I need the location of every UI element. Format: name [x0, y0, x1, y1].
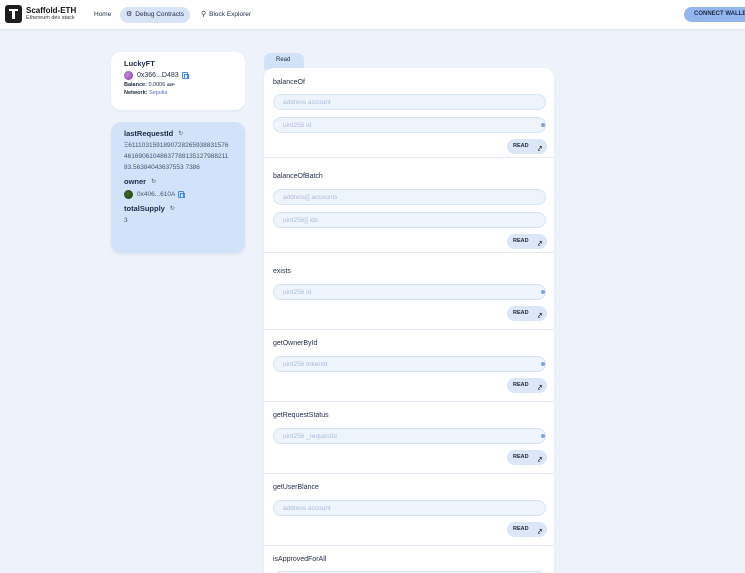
variables-card: lastRequestId ↻ Ξ611103159189072826593883… [111, 122, 245, 253]
input-uint256-tokenid[interactable] [273, 356, 546, 372]
function-name: getOwnerById [273, 340, 318, 347]
read-button-label: READ [513, 454, 529, 460]
network-label: Network: [124, 90, 148, 96]
owner-address[interactable]: 0x406...610A [137, 189, 175, 200]
nav-block-explorer[interactable]: ⚲ Block Explorer [195, 7, 257, 23]
var-name-label: owner [124, 177, 147, 186]
copy-icon[interactable] [181, 72, 189, 79]
read-cursor-icon: ⤤ [538, 529, 542, 536]
function-name: balanceOf [273, 79, 305, 86]
function-exists: exists READ ⤤ [264, 253, 554, 330]
balance-unit: SEP [166, 82, 175, 87]
nav-debug-contracts[interactable]: ⚙ Debug Contracts [120, 7, 191, 23]
read-button[interactable]: READ ⤤ [507, 139, 547, 154]
contract-address-row: 0x366...D483 [124, 71, 232, 80]
nav-home[interactable]: Home [88, 7, 117, 23]
read-button-label: READ [513, 238, 529, 244]
nav-home-label: Home [94, 11, 112, 18]
refresh-icon[interactable]: ↻ [178, 130, 183, 137]
input-dot-icon [541, 123, 545, 127]
bug-icon: ⚙ [126, 11, 133, 18]
read-button-label: READ [513, 382, 529, 388]
brand-subtitle: Ethereum dev stack [26, 15, 75, 21]
scaffold-logo-icon[interactable] [5, 5, 22, 23]
contract-address[interactable]: 0x366...D483 [137, 72, 179, 79]
contract-card: LuckyFT 0x366...D483 Balance: 0.0006 SEP… [111, 52, 245, 110]
read-button[interactable]: READ ⤤ [507, 522, 547, 537]
function-name: getUserBlance [273, 484, 319, 491]
network-line: Network: Sepolia [124, 90, 232, 96]
input-dot-icon [541, 362, 545, 366]
input-address-accounts[interactable] [273, 189, 546, 205]
read-cursor-icon: ⤤ [538, 313, 542, 320]
function-name: balanceOfBatch [273, 173, 323, 180]
read-button[interactable]: READ ⤤ [507, 378, 547, 393]
connect-wallet-button[interactable]: CONNECT WALLET [684, 7, 745, 22]
owner-address-row: 0x406...610A [124, 189, 232, 200]
function-balance-of: balanceOf READ ⤤ [264, 68, 554, 158]
function-get-user-blance: getUserBlance READ ⤤ [264, 474, 554, 546]
read-button-label: READ [513, 143, 529, 149]
address-avatar [124, 71, 133, 80]
var-name-label: totalSupply [124, 204, 165, 213]
var-total-supply: totalSupply ↻ [124, 204, 232, 213]
var-name-label: lastRequestId [124, 129, 174, 138]
input-dot-icon [541, 290, 545, 294]
input-dot-icon [541, 434, 545, 438]
function-balance-of-batch: balanceOfBatch READ ⤤ [264, 158, 554, 253]
function-name: exists [273, 268, 291, 275]
read-cursor-icon: ⤤ [538, 241, 542, 248]
function-name: getRequestStatus [273, 412, 329, 419]
function-get-request-status: getRequestStatus READ ⤤ [264, 402, 554, 474]
read-button-label: READ [513, 310, 529, 316]
var-value: Ξ611103159189072826593883157646169061048… [124, 142, 229, 171]
read-button-label: READ [513, 526, 529, 532]
balance-label: Balance: [124, 82, 147, 88]
input-address-account[interactable] [273, 94, 546, 110]
balance-line: Balance: 0.0006 SEP [124, 82, 232, 88]
function-is-approved-for-all: isApprovedForAll [264, 546, 554, 573]
input-uint256-requestid[interactable] [273, 428, 546, 444]
read-cursor-icon: ⤤ [538, 146, 542, 153]
var-owner: owner ↻ [124, 177, 232, 186]
read-button[interactable]: READ ⤤ [507, 234, 547, 249]
copy-icon[interactable] [178, 191, 186, 198]
balance-value: 0.0006 [148, 82, 166, 88]
top-header: Scaffold-ETH Ethereum dev stack Home ⚙ De… [0, 0, 745, 29]
input-uint256-id[interactable] [273, 284, 546, 300]
refresh-icon[interactable]: ↻ [170, 205, 175, 212]
magnifier-icon: ⚲ [201, 11, 207, 18]
nav-debug-label: Debug Contracts [135, 11, 185, 18]
input-uint256-ids[interactable] [273, 212, 546, 228]
brand-title[interactable]: Scaffold-ETH [26, 6, 76, 15]
network-value: Sepolia [149, 90, 168, 96]
contract-name: LuckyFT [124, 59, 155, 68]
owner-avatar [124, 190, 133, 199]
function-get-owner-by-id: getOwnerById READ ⤤ [264, 330, 554, 402]
refresh-icon[interactable]: ↻ [151, 178, 156, 185]
read-cursor-icon: ⤤ [538, 385, 542, 392]
read-cursor-icon: ⤤ [538, 457, 542, 464]
var-value: 3 [124, 217, 128, 224]
input-address-account[interactable] [273, 500, 546, 516]
read-button[interactable]: READ ⤤ [507, 306, 547, 321]
read-button[interactable]: READ ⤤ [507, 450, 547, 465]
read-panel: balanceOf READ ⤤ balanceOfBatch READ ⤤ exi… [264, 68, 554, 573]
nav-explorer-label: Block Explorer [209, 11, 252, 18]
var-last-request-id: lastRequestId ↻ [124, 129, 232, 138]
input-uint256-id[interactable] [273, 117, 546, 133]
function-name: isApprovedForAll [273, 556, 327, 563]
